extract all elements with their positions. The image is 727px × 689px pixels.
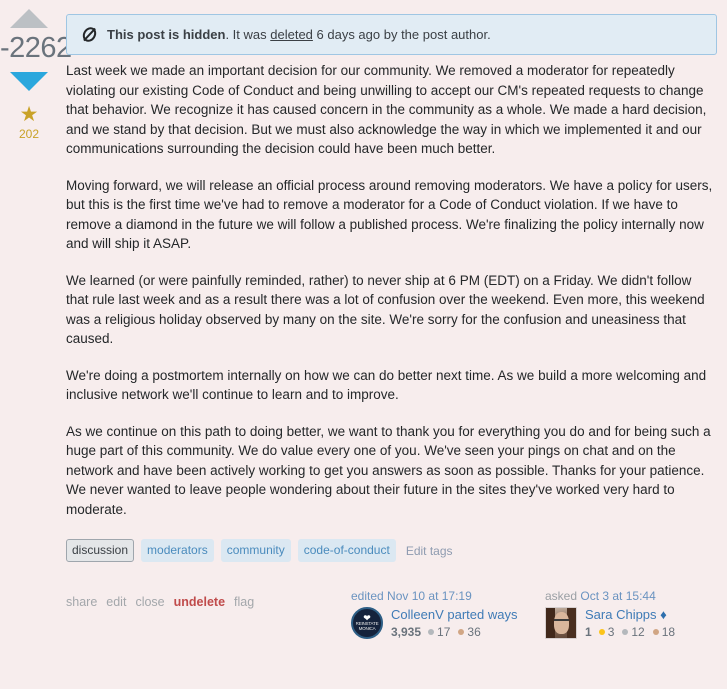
notice-text-after-bold: . It was (225, 27, 271, 42)
notice-text-tail: 6 days ago by the post author. (312, 27, 491, 42)
bronze-badge-dot-icon (458, 629, 465, 635)
vote-cell: -2262 ★ 202 (0, 0, 72, 689)
silver-badge-count: 17 (437, 625, 451, 639)
asker-username[interactable]: Sara Chipps ♦ (585, 607, 676, 623)
tag-discussion[interactable]: discussion (66, 539, 135, 562)
share-link[interactable]: share (66, 595, 97, 609)
editor-user-info: ColleenV parted ways 3,935 17 36 (391, 607, 517, 639)
undelete-link[interactable]: undelete (174, 595, 225, 609)
gold-badge-dot-icon (598, 629, 605, 635)
reinstate-monica-avatar[interactable]: ❤ REINSTATE MONICA (351, 607, 383, 639)
edited-timestamp[interactable]: edited Nov 10 at 17:19 (351, 589, 523, 603)
post-body-cell: This post is hidden. It was deleted 6 da… (58, 0, 727, 689)
vote-score: -2262 (0, 32, 72, 64)
asked-label: asked (545, 589, 578, 603)
moderator-diamond-icon: ♦ (660, 607, 667, 622)
post-hidden-notice: This post is hidden. It was deleted 6 da… (66, 14, 717, 55)
asker-badges: 1 3 12 18 (585, 625, 676, 639)
tag-moderators[interactable]: moderators (141, 539, 214, 562)
star-icon[interactable]: ★ (0, 104, 58, 125)
deleted-link[interactable]: deleted (270, 27, 313, 42)
deleted-question-post: -2262 ★ 202 This post is hidden. It was … (0, 0, 727, 689)
asker-username-text: Sara Chipps (585, 607, 657, 622)
tag-list: discussion moderators community code-of-… (66, 539, 723, 562)
gold-badge-count: 3 (607, 625, 615, 639)
edit-tags-link[interactable]: Edit tags (406, 544, 453, 558)
bronze-badge-count: 18 (661, 625, 676, 639)
post-action-links: share edit close undelete flag (66, 589, 351, 609)
editor-user-row: ❤ REINSTATE MONICA ColleenV parted ways … (351, 607, 523, 639)
notice-bold-text: This post is hidden (107, 27, 226, 42)
asker-user-card: asked Oct 3 at 15:44 Sara Chipps ♦ 1 3 1… (545, 589, 717, 639)
close-link[interactable]: close (135, 595, 164, 609)
silver-badge-count: 12 (631, 625, 645, 639)
editor-badges: 3,935 17 36 (391, 625, 517, 639)
post-paragraph: We learned (or were painfully reminded, … (66, 272, 705, 347)
downvote-arrow-icon[interactable] (10, 72, 48, 91)
post-footer: share edit close undelete flag edited Nov 10… (66, 589, 723, 639)
asker-user-row: Sara Chipps ♦ 1 3 12 18 (545, 607, 717, 639)
tag-code-of-conduct[interactable]: code-of-conduct (297, 539, 396, 562)
post-paragraph: We're doing a postmortem internally on h… (66, 367, 707, 403)
favorite-count: 202 (18, 127, 40, 141)
asked-timestamp[interactable]: asked Oct 3 at 15:44 (545, 589, 717, 603)
bronze-badge-dot-icon (652, 629, 659, 635)
tag-community[interactable]: community (220, 539, 291, 562)
user-cards: edited Nov 10 at 17:19 ❤ REINSTATE MONIC… (351, 589, 717, 639)
asker-reputation: 1 (585, 625, 592, 639)
post-paragraph: As we continue on this path to doing bet… (66, 423, 711, 517)
edited-label: edited (351, 589, 384, 603)
asker-user-info: Sara Chipps ♦ 1 3 12 18 (585, 607, 676, 639)
post-paragraph: Last week we made an important decision … (66, 63, 707, 156)
post-paragraph: Moving forward, we will release an offic… (66, 177, 713, 252)
crossed-circle-icon (82, 27, 97, 42)
edited-time: Nov 10 at 17:19 (387, 589, 472, 603)
favorite-control[interactable]: ★ 202 (0, 104, 58, 141)
avatar-label: REINSTATE MONICA (355, 621, 379, 631)
editor-user-card: edited Nov 10 at 17:19 ❤ REINSTATE MONIC… (351, 589, 523, 639)
silver-badge-dot-icon (428, 629, 435, 635)
post-hidden-notice-text: This post is hidden. It was deleted 6 da… (107, 27, 491, 42)
user-photo-avatar[interactable] (545, 607, 577, 639)
flag-link[interactable]: flag (234, 595, 254, 609)
asked-time: Oct 3 at 15:44 (580, 589, 656, 603)
edit-link[interactable]: edit (106, 595, 126, 609)
editor-username[interactable]: ColleenV parted ways (391, 607, 517, 623)
editor-reputation: 3,935 (391, 625, 422, 639)
silver-badge-dot-icon (622, 629, 629, 635)
upvote-arrow-icon[interactable] (10, 9, 48, 28)
post-text: Last week we made an important decision … (66, 55, 723, 519)
avatar-glasses (554, 619, 569, 625)
bronze-badge-count: 36 (467, 625, 481, 639)
